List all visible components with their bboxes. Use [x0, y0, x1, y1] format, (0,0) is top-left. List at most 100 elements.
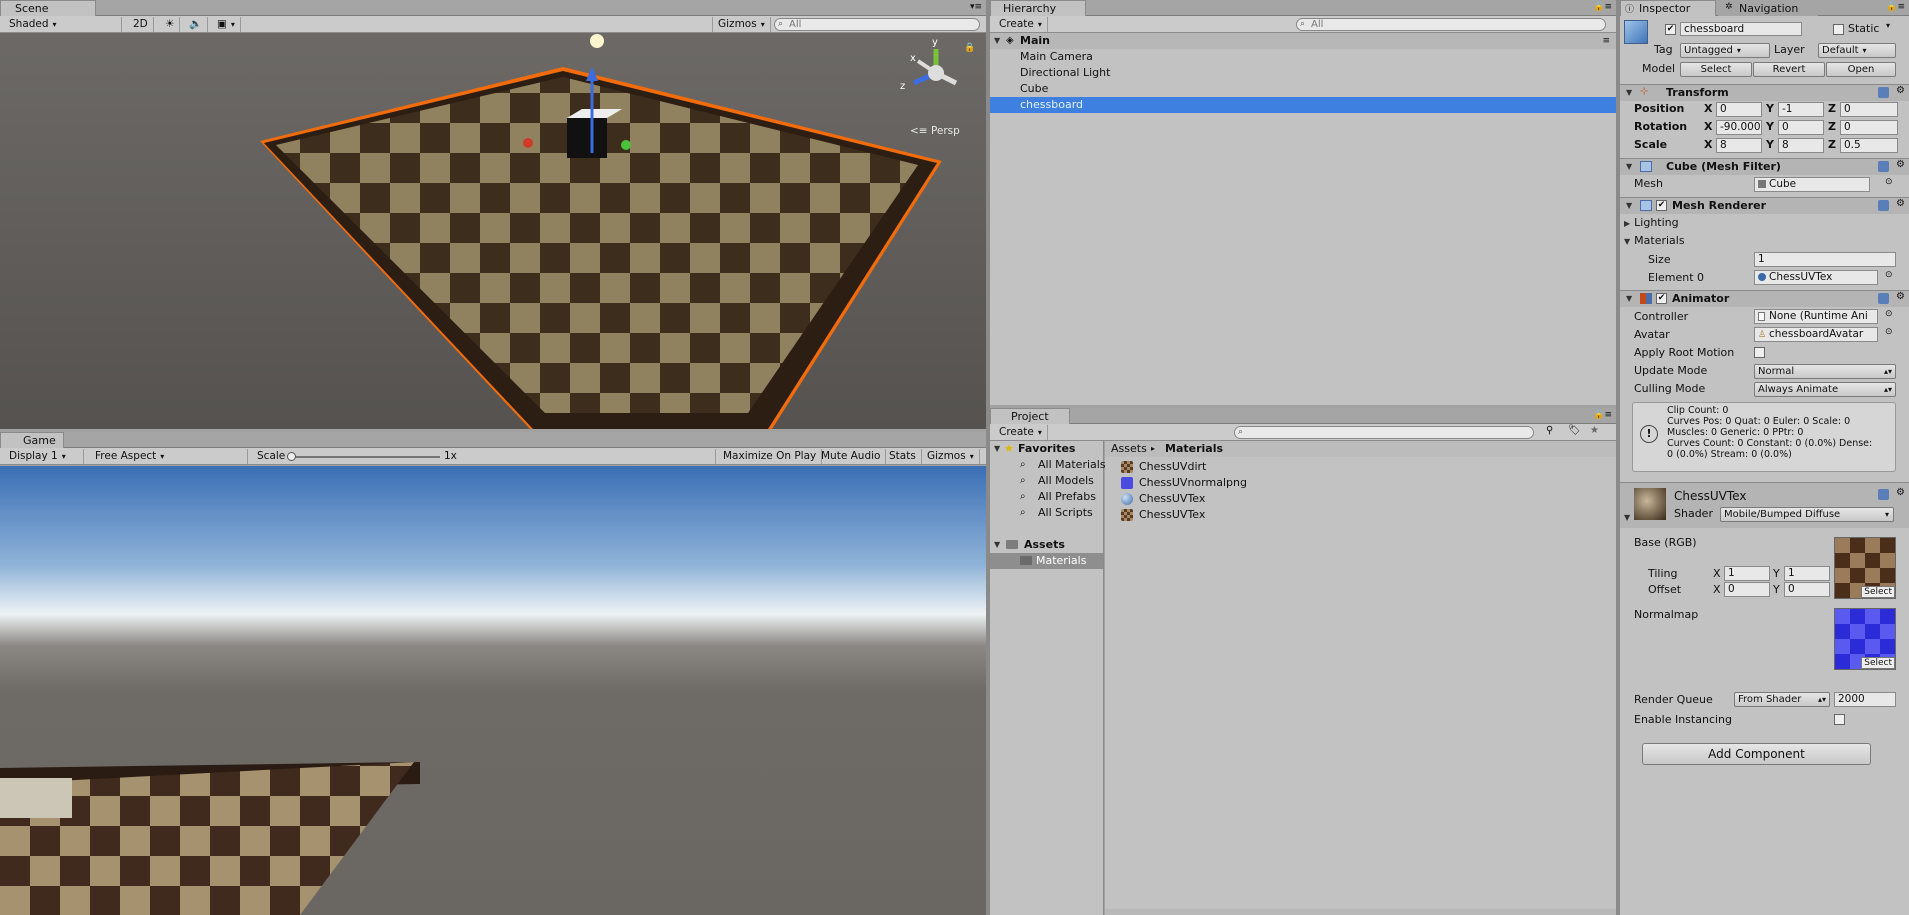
project-search-input[interactable]: ⌕	[1234, 426, 1534, 439]
hierarchy-item-selected[interactable]: chessboard	[990, 97, 1616, 113]
tab-scene[interactable]: Scene	[0, 0, 96, 16]
object-picker-icon[interactable]: ⊙	[1885, 327, 1893, 337]
file-item[interactable]: ChessUVnormalpng	[1105, 475, 1616, 491]
project-create-button[interactable]: Create	[994, 425, 1048, 440]
animator-enabled-checkbox[interactable]: ✔	[1656, 293, 1667, 304]
static-dropdown-icon[interactable]: ▾	[1886, 21, 1890, 30]
controller-object-field[interactable]: None (Runtime Ani	[1754, 309, 1878, 324]
assets-folder-row[interactable]: ▼ Assets	[990, 537, 1103, 553]
tiling-y-field[interactable]: 1	[1784, 566, 1830, 581]
favorite-item[interactable]: ⌕ All Materials	[990, 457, 1106, 473]
breadcrumb-materials[interactable]: Materials	[1165, 441, 1223, 457]
materials-size-field[interactable]: 1	[1754, 252, 1896, 267]
favorite-item[interactable]: ⌕ All Models	[990, 473, 1103, 489]
scale-x-field[interactable]: 8	[1716, 138, 1762, 153]
file-item[interactable]: ChessUVTex	[1105, 507, 1616, 523]
hierarchy-create-button[interactable]: Create	[994, 17, 1048, 32]
filter-label-icon[interactable]: 🏷	[1568, 425, 1581, 436]
add-component-button[interactable]: Add Component	[1642, 743, 1871, 765]
audio-toggle-icon[interactable]: 🔈	[184, 17, 209, 32]
tab-inspector[interactable]: ⓘ Inspector	[1620, 0, 1716, 16]
maximize-on-play-toggle[interactable]: Maximize On Play	[718, 449, 823, 464]
scene-gizmos-dropdown[interactable]: Gizmos	[712, 17, 771, 32]
transform-header[interactable]: ▼ ⊹ Transform ⚙	[1620, 84, 1909, 101]
model-open-button[interactable]: Open	[1826, 62, 1896, 77]
collapse-triangle-icon[interactable]: ▼	[1626, 88, 1632, 97]
filter-type-icon[interactable]: ⚲	[1546, 425, 1553, 436]
lighting-toggle-icon[interactable]: ☀	[160, 17, 181, 32]
game-gizmos-dropdown[interactable]: Gizmos	[922, 449, 980, 464]
collapse-triangle-icon[interactable]: ▼	[1624, 513, 1630, 522]
stats-toggle[interactable]: Stats	[884, 449, 922, 464]
model-select-button[interactable]: Select	[1680, 62, 1752, 77]
normalmap-select-button[interactable]: Select	[1861, 657, 1895, 669]
toggle-2d-button[interactable]: 2D	[128, 17, 154, 32]
help-book-icon[interactable]	[1878, 161, 1889, 172]
scene-menu-icon[interactable]: ≡	[1602, 33, 1610, 49]
tab-game[interactable]: Game	[0, 432, 64, 448]
active-checkbox[interactable]: ✔	[1665, 24, 1676, 35]
normalmap-texture-slot[interactable]: Select	[1834, 608, 1896, 670]
expand-triangle-icon[interactable]: ▼	[994, 537, 1000, 553]
orientation-gizmo[interactable]: y x z	[900, 37, 966, 103]
settings-gear-icon[interactable]: ⚙	[1896, 85, 1905, 96]
hierarchy-menu-icon[interactable]: 🔒≡	[1593, 2, 1612, 12]
mesh-object-field[interactable]: Cube	[1754, 177, 1870, 192]
inspector-menu-icon[interactable]: 🔒≡	[1886, 2, 1905, 12]
offset-y-field[interactable]: 0	[1784, 582, 1830, 597]
apply-root-motion-checkbox[interactable]	[1754, 347, 1765, 358]
collapse-triangle-icon[interactable]: ▼	[1626, 162, 1632, 171]
mesh-filter-header[interactable]: ▼ Cube (Mesh Filter) ⚙	[1620, 158, 1909, 175]
lock-icon[interactable]: 🔒	[964, 43, 975, 53]
lighting-foldout[interactable]: ▶ Lighting	[1624, 215, 1679, 231]
settings-gear-icon[interactable]: ⚙	[1896, 159, 1905, 170]
favorite-item[interactable]: ⌕ All Prefabs	[990, 489, 1103, 505]
help-book-icon[interactable]	[1878, 489, 1889, 500]
expand-triangle-icon[interactable]: ▼	[994, 441, 1000, 457]
rotation-y-field[interactable]: 0	[1778, 120, 1824, 135]
mute-audio-toggle[interactable]: Mute Audio	[816, 449, 887, 464]
aspect-dropdown[interactable]: Free Aspect	[90, 449, 248, 464]
panel-menu-icon[interactable]: ▾≡	[970, 2, 982, 12]
tab-hierarchy[interactable]: Hierarchy	[990, 0, 1086, 16]
settings-gear-icon[interactable]: ⚙	[1896, 487, 1905, 498]
model-revert-button[interactable]: Revert	[1753, 62, 1825, 77]
scene-search-input[interactable]: ⌕ All	[774, 18, 980, 31]
mesh-renderer-header[interactable]: ▼ ✔ Mesh Renderer ⚙	[1620, 197, 1909, 214]
settings-gear-icon[interactable]: ⚙	[1896, 198, 1905, 209]
static-checkbox[interactable]	[1833, 24, 1844, 35]
game-viewport[interactable]	[0, 466, 986, 915]
favorites-row[interactable]: ▼ ★ Favorites	[990, 441, 1103, 457]
favorite-star-icon[interactable]: ★	[1590, 425, 1599, 436]
object-name-field[interactable]: chessboard	[1680, 22, 1802, 36]
materials-foldout[interactable]: ▼ Materials	[1624, 233, 1685, 249]
scale-z-field[interactable]: 0.5	[1840, 138, 1898, 153]
breadcrumb-assets[interactable]: Assets	[1111, 441, 1147, 457]
scene-viewport[interactable]: y x z <≡ Persp 🔒	[0, 33, 986, 429]
tab-project[interactable]: Project	[990, 408, 1070, 424]
panel-divider[interactable]	[986, 0, 990, 915]
object-picker-icon[interactable]: ⊙	[1885, 309, 1893, 319]
scale-slider-thumb[interactable]	[287, 452, 296, 461]
object-picker-icon[interactable]: ⊙	[1885, 177, 1893, 187]
favorite-item[interactable]: ⌕ All Scripts	[990, 505, 1103, 521]
tiling-x-field[interactable]: 1	[1724, 566, 1770, 581]
mesh-renderer-enabled-checkbox[interactable]: ✔	[1656, 200, 1667, 211]
hierarchy-search-input[interactable]: ⌕ All	[1296, 18, 1606, 31]
hierarchy-item[interactable]: Main Camera	[990, 49, 1616, 65]
material-header[interactable]: ChessUVTex Shader Mobile/Bumped Diffuse ▾…	[1620, 482, 1909, 528]
settings-gear-icon[interactable]: ⚙	[1896, 291, 1905, 302]
avatar-object-field[interactable]: ♙ chessboardAvatar	[1754, 327, 1878, 342]
project-scrollbar[interactable]	[1105, 909, 1616, 915]
hierarchy-item[interactable]: Directional Light	[990, 65, 1616, 81]
tag-dropdown[interactable]: Untagged	[1680, 43, 1770, 58]
project-menu-icon[interactable]: 🔒≡	[1593, 410, 1612, 420]
scale-y-field[interactable]: 8	[1778, 138, 1824, 153]
render-queue-field[interactable]: 2000	[1834, 692, 1896, 707]
scale-slider-track[interactable]	[290, 456, 440, 458]
materials-folder-row[interactable]: Materials	[990, 553, 1103, 569]
display-dropdown[interactable]: Display 1	[4, 449, 84, 464]
shader-dropdown[interactable]: Mobile/Bumped Diffuse ▾	[1720, 507, 1894, 522]
persp-label[interactable]: <≡ Persp	[910, 125, 960, 137]
position-x-field[interactable]: 0	[1716, 102, 1762, 117]
